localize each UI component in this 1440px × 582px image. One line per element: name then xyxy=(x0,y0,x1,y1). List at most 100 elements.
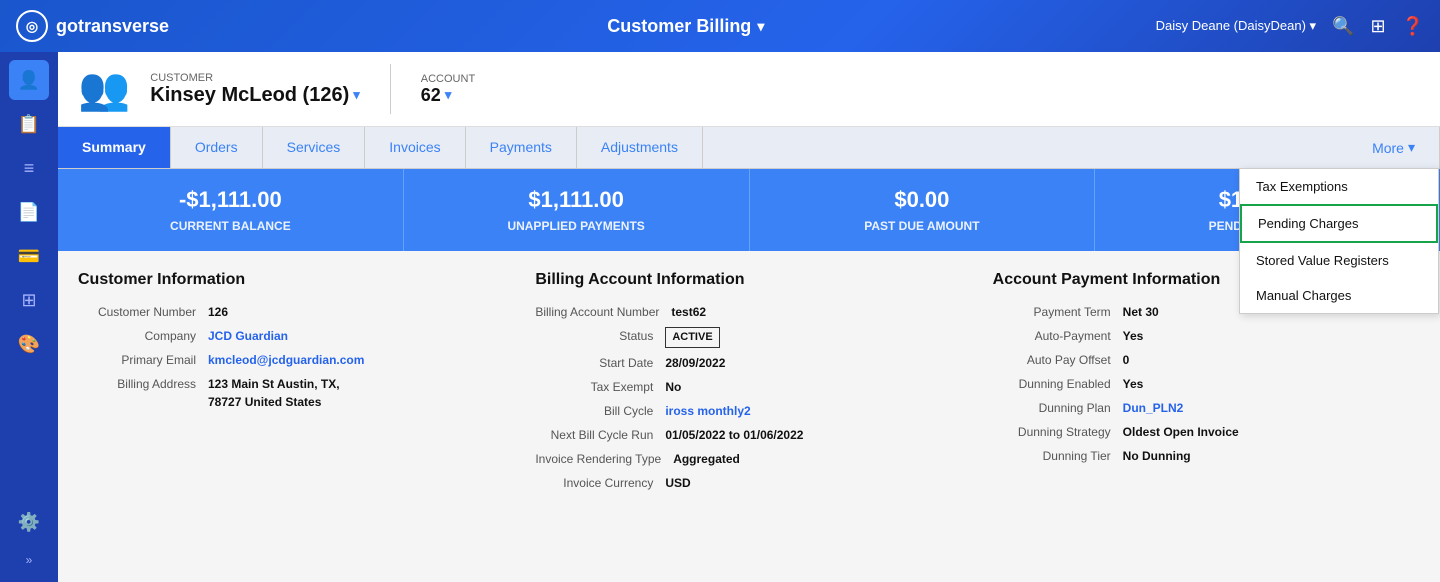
key-payment-term: Payment Term xyxy=(993,303,1123,321)
info-row-invoice-rendering: Invoice Rendering Type Aggregated xyxy=(535,450,962,468)
status-badge: ACTIVE xyxy=(665,327,719,348)
tab-payments[interactable]: Payments xyxy=(466,127,577,168)
account-dropdown-arrow[interactable]: ▾ xyxy=(445,87,452,103)
dropdown-item-pending-charges[interactable]: Pending Charges xyxy=(1240,204,1438,243)
main-content: 👥 CUSTOMER Kinsey McLeod (126) ▾ ACCOUNT… xyxy=(58,52,1440,582)
key-auto-pay-offset: Auto Pay Offset xyxy=(993,351,1123,369)
summary-cards: -$1,111.00 Current Balance $1,111.00 Una… xyxy=(58,169,1440,251)
val-customer-number: 126 xyxy=(208,303,228,321)
info-row-auto-pay-offset: Auto Pay Offset 0 xyxy=(993,351,1420,369)
tab-adjustments[interactable]: Adjustments xyxy=(577,127,703,168)
sidebar-item-palette[interactable]: 🎨 xyxy=(9,324,49,364)
user-label[interactable]: Daisy Deane (DaisyDean) ▾ xyxy=(1156,18,1316,34)
key-company: Company xyxy=(78,327,208,345)
key-tax-exempt: Tax Exempt xyxy=(535,378,665,396)
grid-icon[interactable]: ⊞ xyxy=(1370,16,1385,37)
key-customer-number: Customer Number xyxy=(78,303,208,321)
customer-name: Kinsey McLeod (126) ▾ xyxy=(150,84,359,107)
customer-name-text: Kinsey McLeod (126) xyxy=(150,84,349,107)
nav-right: Daisy Deane (DaisyDean) ▾ 🔍 ⊞ ❓ xyxy=(1156,16,1424,37)
sidebar-item-card[interactable]: 💳 xyxy=(9,236,49,276)
tab-more[interactable]: More ▾ Tax Exemptions Pending Charges St… xyxy=(1348,127,1440,168)
info-row-next-bill-cycle: Next Bill Cycle Run 01/05/2022 to 01/06/… xyxy=(535,426,962,444)
tab-summary[interactable]: Summary xyxy=(58,127,171,168)
sidebar: 👤 📋 ≡ 📄 💳 ⊞ 🎨 ⚙️ » xyxy=(0,52,58,582)
val-invoice-currency: USD xyxy=(665,474,690,492)
top-nav: ◎ gotransverse Customer Billing ▾ Daisy … xyxy=(0,0,1440,52)
customer-avatar-icon: 👥 xyxy=(78,65,130,114)
val-start-date: 28/09/2022 xyxy=(665,354,725,372)
val-dunning-enabled: Yes xyxy=(1123,375,1144,393)
tab-invoices[interactable]: Invoices xyxy=(365,127,465,168)
more-dropdown-menu: Tax Exemptions Pending Charges Stored Va… xyxy=(1239,168,1439,314)
val-email[interactable]: kmcleod@jcdguardian.com xyxy=(208,351,364,369)
val-dunning-plan[interactable]: Dun_PLN2 xyxy=(1123,399,1184,417)
customer-header: 👥 CUSTOMER Kinsey McLeod (126) ▾ ACCOUNT… xyxy=(58,52,1440,127)
card-current-balance: -$1,111.00 Current Balance xyxy=(58,169,404,251)
card-past-due: $0.00 Past Due Amount xyxy=(750,169,1096,251)
info-row-customer-number: Customer Number 126 xyxy=(78,303,505,321)
current-balance-amount: -$1,111.00 xyxy=(78,187,383,213)
content-area: Customer Information Customer Number 126… xyxy=(58,251,1440,518)
logo-icon: ◎ xyxy=(16,10,48,42)
info-row-billing-account: Billing Account Number test62 xyxy=(535,303,962,321)
sidebar-item-list[interactable]: ≡ xyxy=(9,148,49,188)
account-label: ACCOUNT xyxy=(421,73,475,85)
info-row-tax-exempt: Tax Exempt No xyxy=(535,378,962,396)
sidebar-item-copy[interactable]: 📋 xyxy=(9,104,49,144)
val-invoice-rendering: Aggregated xyxy=(673,450,740,468)
key-dunning-strategy: Dunning Strategy xyxy=(993,423,1123,441)
key-next-bill-cycle: Next Bill Cycle Run xyxy=(535,426,665,444)
billing-info-heading: Billing Account Information xyxy=(535,271,962,289)
key-start-date: Start Date xyxy=(535,354,665,372)
key-invoice-rendering: Invoice Rendering Type xyxy=(535,450,673,468)
unapplied-payments-label: Unapplied Payments xyxy=(424,219,729,233)
current-balance-label: Current Balance xyxy=(78,219,383,233)
key-billing-account: Billing Account Number xyxy=(535,303,671,321)
account-num-text: 62 xyxy=(421,85,441,106)
info-row-auto-payment: Auto-Payment Yes xyxy=(993,327,1420,345)
dropdown-item-stored-value[interactable]: Stored Value Registers xyxy=(1240,243,1438,278)
val-next-bill-cycle: 01/05/2022 to 01/06/2022 xyxy=(665,426,803,444)
val-dunning-strategy: Oldest Open Invoice xyxy=(1123,423,1239,441)
help-icon[interactable]: ❓ xyxy=(1402,16,1424,37)
customer-dropdown-arrow[interactable]: ▾ xyxy=(353,87,360,103)
key-invoice-currency: Invoice Currency xyxy=(535,474,665,492)
more-dropdown-arrow: ▾ xyxy=(1408,139,1415,156)
dropdown-item-manual-charges[interactable]: Manual Charges xyxy=(1240,278,1438,313)
header-divider xyxy=(390,64,391,114)
sidebar-item-people[interactable]: 👤 xyxy=(9,60,49,100)
sidebar-item-document[interactable]: 📄 xyxy=(9,192,49,232)
key-email: Primary Email xyxy=(78,351,208,369)
val-address: 123 Main St Austin, TX,78727 United Stat… xyxy=(208,375,340,411)
sidebar-item-calculator[interactable]: ⊞ xyxy=(9,280,49,320)
search-icon[interactable]: 🔍 xyxy=(1332,16,1354,37)
tabs-bar: Summary Orders Services Invoices Payment… xyxy=(58,127,1440,169)
account-number: 62 ▾ xyxy=(421,85,475,106)
val-company[interactable]: JCD Guardian xyxy=(208,327,288,345)
info-row-dunning-tier: Dunning Tier No Dunning xyxy=(993,447,1420,465)
info-row-invoice-currency: Invoice Currency USD xyxy=(535,474,962,492)
val-bill-cycle[interactable]: iross monthly2 xyxy=(665,402,750,420)
key-dunning-enabled: Dunning Enabled xyxy=(993,375,1123,393)
sidebar-item-gear[interactable]: ⚙️ xyxy=(9,502,49,542)
val-auto-payment: Yes xyxy=(1123,327,1144,345)
info-row-dunning-strategy: Dunning Strategy Oldest Open Invoice xyxy=(993,423,1420,441)
tab-orders[interactable]: Orders xyxy=(171,127,263,168)
tab-more-label: More xyxy=(1372,140,1404,156)
tab-services[interactable]: Services xyxy=(263,127,366,168)
val-tax-exempt: No xyxy=(665,378,681,396)
val-auto-pay-offset: 0 xyxy=(1123,351,1130,369)
dropdown-item-tax-exemptions[interactable]: Tax Exemptions xyxy=(1240,169,1438,204)
info-row-address: Billing Address 123 Main St Austin, TX,7… xyxy=(78,375,505,411)
nav-title-area: Customer Billing ▾ xyxy=(216,16,1156,37)
val-billing-account: test62 xyxy=(671,303,706,321)
nav-title-arrow[interactable]: ▾ xyxy=(757,18,764,35)
info-row-dunning-plan: Dunning Plan Dun_PLN2 xyxy=(993,399,1420,417)
tabs-spacer xyxy=(703,127,1348,168)
card-unapplied-payments: $1,111.00 Unapplied Payments xyxy=(404,169,750,251)
info-row-dunning-enabled: Dunning Enabled Yes xyxy=(993,375,1420,393)
sidebar-expand-button[interactable]: » xyxy=(9,546,49,574)
key-dunning-tier: Dunning Tier xyxy=(993,447,1123,465)
key-bill-cycle: Bill Cycle xyxy=(535,402,665,420)
